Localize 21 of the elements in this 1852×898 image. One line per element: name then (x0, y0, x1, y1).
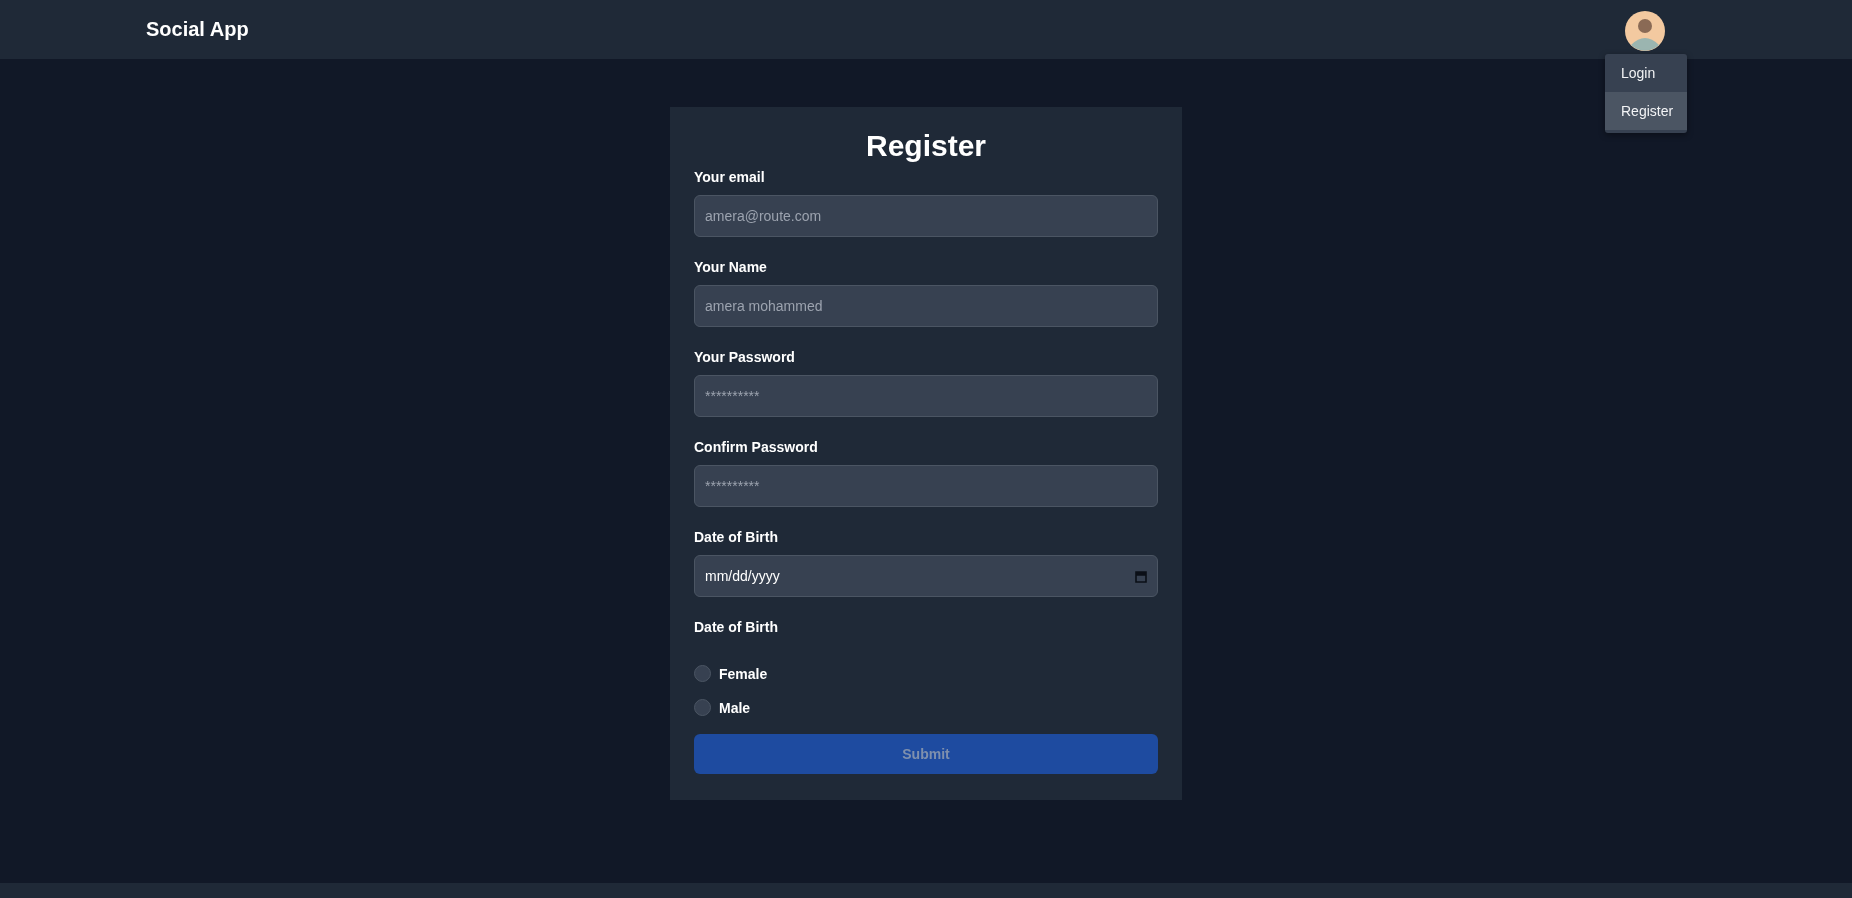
radio-label: Male (719, 699, 751, 716)
password-field[interactable]: ********** (694, 465, 1158, 507)
brand-title[interactable]: Social App (146, 18, 249, 41)
radio-button[interactable] (694, 665, 711, 682)
input-field[interactable]: amera@route.com (694, 195, 1158, 237)
calendar-icon[interactable] (1135, 569, 1147, 583)
password-field[interactable]: ********** (694, 375, 1158, 417)
menu-item[interactable]: Login (1605, 53, 1687, 92)
avatar-icon[interactable] (1625, 10, 1665, 51)
field-label: Your email (694, 169, 766, 185)
menu-item[interactable]: Register (1605, 91, 1687, 130)
date-field[interactable]: mm/dd/yyyy (694, 555, 1158, 597)
form-title: Register (864, 129, 987, 163)
field-label: Confirm Password (694, 439, 819, 455)
radio-button[interactable] (694, 699, 711, 716)
field-label: Your Name (694, 259, 768, 275)
radio-label: Female (719, 665, 768, 682)
input-field[interactable]: amera mohammed (694, 285, 1158, 327)
field-label: Date of Birth (694, 619, 779, 635)
field-label: Your Password (694, 349, 796, 365)
field-label: Date of Birth (694, 529, 779, 545)
